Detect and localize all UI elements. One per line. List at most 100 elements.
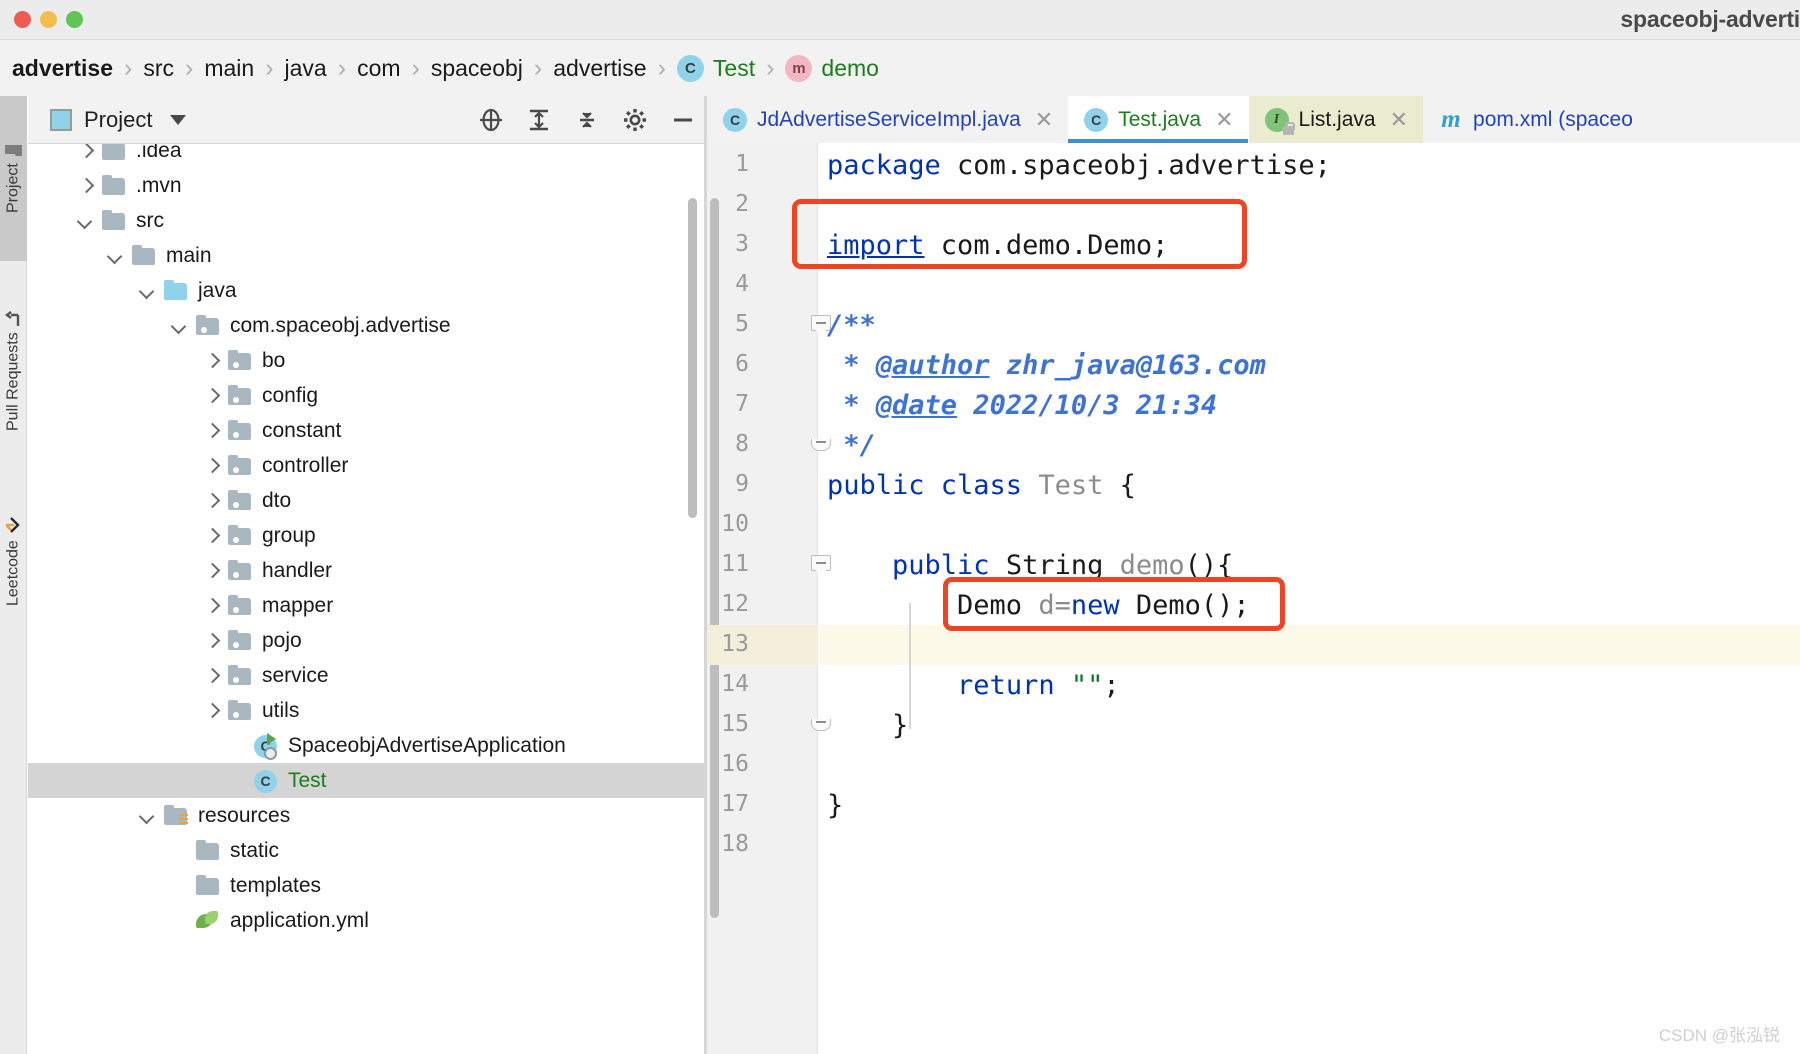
tree-row[interactable]: java [28,273,710,308]
breadcrumb-item-java[interactable]: java [285,55,327,82]
code-line[interactable]: public String demo(){ [819,545,1800,585]
breadcrumb-item-advertise-root[interactable]: advertise [12,55,113,82]
sidebar-item-project[interactable]: Project [0,96,27,261]
settings-gear-icon[interactable] [622,107,648,133]
tree-row[interactable]: main [28,238,710,273]
code-line[interactable]: import com.demo.Demo; [819,225,1800,265]
chevron-closed-icon[interactable] [202,562,220,580]
tree-row[interactable]: constant [28,413,710,448]
code-line[interactable] [819,745,1800,785]
chevron-closed-icon[interactable] [202,422,220,440]
tree-row[interactable]: bo [28,343,710,378]
breadcrumb-item-advertise[interactable]: advertise [553,55,646,82]
chevron-open-icon[interactable] [76,212,94,230]
chevron-closed-icon[interactable] [202,702,220,720]
close-icon[interactable]: ✕ [1390,108,1408,131]
select-opened-file-icon[interactable] [478,107,504,133]
hide-panel-icon[interactable] [670,107,696,133]
chevron-closed-icon[interactable] [202,597,220,615]
tree-row[interactable]: resources [28,798,710,833]
editor-gutter[interactable]: 1 2 3 4 5 6 7 8 9 10 11 12 13 14 15 16 17 18 [707,143,831,1054]
tree-row[interactable]: dto [28,483,710,518]
chevron-closed-icon[interactable] [76,144,94,160]
tree-row[interactable]: .idea [28,144,710,168]
code-editor[interactable]: 1 2 3 4 5 6 7 8 9 10 11 12 13 14 15 16 17 18 package com.… [707,143,1800,1054]
code-token: import [827,229,925,261]
chevron-open-icon[interactable] [106,247,124,265]
tree-row[interactable]: config [28,378,710,413]
tab-test-java[interactable]: C Test.java ✕ [1068,96,1249,143]
code-line[interactable] [819,185,1800,225]
tree-row[interactable]: service [28,658,710,693]
tab-jdadvertiseserviceimpl-java[interactable]: C JdAdvertiseServiceImpl.java ✕ [707,96,1068,143]
tree-row[interactable]: templates [28,868,710,903]
breadcrumb-item-main[interactable]: main [204,55,254,82]
collapse-all-icon[interactable] [574,107,600,133]
code-line[interactable]: } [819,785,1800,825]
code-line[interactable]: */ [819,425,1800,465]
breadcrumb-item-src[interactable]: src [143,55,174,82]
code-token: * [827,349,876,381]
tree-row[interactable]: com.spaceobj.advertise [28,308,710,343]
tree-row[interactable]: controller [28,448,710,483]
project-tree[interactable]: .idea .mvn src main java com.spaceobj.adverti… [28,144,710,1054]
tree-row[interactable]: C Test [28,763,710,798]
chevron-closed-icon[interactable] [202,387,220,405]
tree-row[interactable]: utils [28,693,710,728]
minimize-window-button[interactable] [40,11,57,28]
sidebar-item-leetcode[interactable]: Leetcode [0,486,27,636]
tree-item-label: handler [262,559,333,582]
folder-icon [101,174,127,197]
chevron-closed-icon[interactable] [202,352,220,370]
expand-all-icon[interactable] [526,107,552,133]
code-content[interactable]: package com.spaceobj.advertise; import co… [819,143,1800,1054]
chevron-closed-icon[interactable] [202,492,220,510]
tree-row[interactable]: .mvn [28,168,710,203]
breadcrumb-item-spaceobj[interactable]: spaceobj [431,55,523,82]
code-line[interactable] [819,505,1800,545]
code-token: @date [875,389,958,421]
chevron-down-icon[interactable] [170,114,187,125]
close-icon[interactable]: ✕ [1035,108,1053,131]
tree-row[interactable]: group [28,518,710,553]
chevron-closed-icon[interactable] [76,177,94,195]
code-line[interactable]: package com.spaceobj.advertise; [819,145,1800,185]
code-line[interactable]: public class Test { [819,465,1800,505]
code-line[interactable] [819,265,1800,305]
tree-row[interactable]: handler [28,553,710,588]
chevron-open-icon[interactable] [138,807,156,825]
code-line[interactable] [819,825,1800,865]
breadcrumb-item-test-class[interactable]: C Test [676,54,755,82]
chevron-closed-icon[interactable] [202,667,220,685]
chevron-open-icon[interactable] [138,282,156,300]
chevron-closed-icon[interactable] [202,457,220,475]
tab-list-java[interactable]: I List.java ✕ [1248,96,1424,143]
code-token: } [827,789,844,821]
chevron-closed-icon[interactable] [202,632,220,650]
close-icon[interactable]: ✕ [1215,108,1233,131]
code-line[interactable]: * @date 2022/10/3 21:34 [819,385,1800,425]
code-line[interactable] [819,625,1800,665]
sidebar-item-pull-requests[interactable]: Pull Requests [0,271,27,471]
code-line[interactable]: Demo d= new Demo(); [819,585,1800,625]
tree-row[interactable]: application.yml [28,903,710,938]
project-tree-scrollbar[interactable] [688,198,697,518]
tree-row[interactable]: src [28,203,710,238]
chevron-closed-icon[interactable] [202,527,220,545]
code-line[interactable]: /** [819,305,1800,345]
tree-row[interactable]: pojo [28,623,710,658]
code-line[interactable]: } [819,705,1800,745]
tree-row[interactable]: static [28,833,710,868]
code-line[interactable]: * @author zhr_java@163.com [819,345,1800,385]
tree-row[interactable]: mapper [28,588,710,623]
chevron-open-icon[interactable] [170,317,188,335]
tree-row[interactable]: C SpaceobjAdvertiseApplication [28,728,710,763]
zoom-window-button[interactable] [66,11,83,28]
breadcrumb-item-com[interactable]: com [357,55,400,82]
code-line[interactable]: return ""; [819,665,1800,705]
code-token: com.demo.Demo; [924,229,1169,261]
tab-pom-xml[interactable]: m pom.xml (spaceo [1423,96,1648,143]
close-window-button[interactable] [14,11,31,28]
breadcrumb-item-demo-method[interactable]: m demo [785,54,879,82]
